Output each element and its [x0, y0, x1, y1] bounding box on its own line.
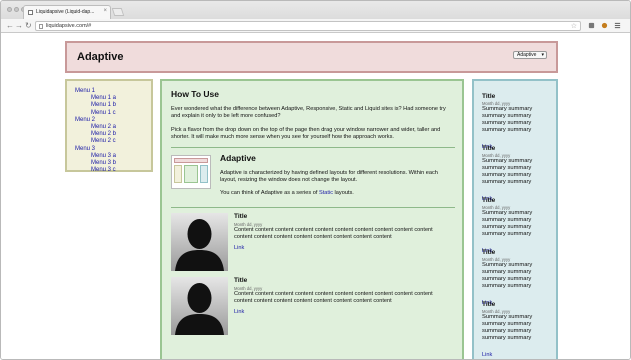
reload-icon[interactable]: ↻ [25, 20, 32, 32]
url-text[interactable]: liquidapsive.com/# [46, 23, 91, 29]
main-heading: How To Use [171, 89, 220, 99]
list-item: Title Month dd, yyyy Content content conte… [171, 277, 455, 335]
divider [171, 147, 455, 148]
sidebar-item-title: Title [482, 93, 496, 100]
extension-icon[interactable] [588, 22, 595, 29]
menu-item[interactable]: Menu 1 c [75, 110, 151, 117]
new-tab-button[interactable] [111, 8, 125, 16]
sidebar-item: Title Month dd, yyyy Summary summary summa… [482, 197, 552, 254]
item-title: Title [234, 277, 248, 284]
page-icon [28, 10, 33, 15]
menu-item[interactable]: Menu 2 [75, 117, 151, 124]
sidebar-item-summary: Summary summary summary summary summary … [482, 158, 533, 185]
menu-item[interactable]: Menu 2 c [75, 138, 151, 145]
tab-bar: Liquidapsive (Liquid-dap... × [1, 1, 630, 19]
menu-item[interactable]: Menu 1 [75, 88, 151, 95]
left-menu: Menu 1 Menu 1 a Menu 1 b Menu 1 c Menu 2 Menu… [65, 79, 153, 174]
browser-window: Liquidapsive (Liquid-dap... × ← → ↻ liqu… [0, 0, 631, 360]
divider [171, 207, 455, 208]
sidebar-item-title: Title [482, 197, 496, 204]
extension-icon[interactable] [601, 22, 608, 29]
list-item: Title Month dd, yyyy Content content conte… [171, 213, 455, 271]
menu-item[interactable]: Menu 1 b [75, 102, 151, 109]
menu-icon[interactable] [614, 22, 621, 29]
site-title: Adaptive [77, 51, 124, 63]
minimize-window-icon[interactable] [14, 7, 19, 12]
item-link[interactable]: Link [234, 245, 244, 251]
avatar [171, 213, 228, 271]
chevron-down-icon: ▾ [541, 52, 544, 58]
menu-item[interactable]: Menu 3 c [75, 167, 151, 174]
sidebar-item-link[interactable]: Link [482, 352, 552, 358]
bookmark-star-icon[interactable]: ☆ [571, 22, 577, 30]
browser-toolbar: ← → ↻ liquidapsive.com/# ☆ [1, 19, 630, 33]
close-window-icon[interactable] [7, 7, 12, 12]
sidebar-item-summary: Summary summary summary summary summary … [482, 106, 533, 133]
sidebar-item-summary: Summary summary summary summary summary … [482, 210, 533, 237]
sidebar-item-summary: Summary summary summary summary summary … [482, 314, 533, 341]
item-content: Content content content content content … [234, 227, 433, 240]
item-link[interactable]: Link [234, 309, 244, 315]
site-header: Adaptive Adaptive ▾ [65, 41, 558, 73]
sidebar-item: Title Month dd, yyyy Summary summary summa… [482, 249, 552, 306]
menu-item[interactable]: Menu 3 [75, 146, 151, 153]
feature-title: Adaptive [220, 153, 256, 163]
sidebar-item: Title Month dd, yyyy Summary summary summa… [482, 301, 552, 358]
forward-icon[interactable]: → [15, 20, 23, 32]
feature-note: You can think of Adaptive as a series of… [220, 190, 354, 196]
sidebar-item-title: Title [482, 249, 496, 256]
address-bar[interactable]: liquidapsive.com/# ☆ [35, 21, 581, 31]
layout-thumbnail [171, 155, 211, 189]
avatar [171, 277, 228, 335]
sidebar-item: Title Month dd, yyyy Summary summary summa… [482, 93, 552, 150]
right-sidebar: Title Month dd, yyyy Summary summary summa… [472, 79, 558, 359]
feature-note-suffix: layouts. [333, 190, 354, 196]
tab-close-icon[interactable]: × [103, 8, 107, 14]
feature-description: Adaptive is characterized by having defi… [220, 170, 438, 183]
item-content: Content content content content content … [234, 291, 433, 304]
intro-paragraph: Ever wondered what the difference betwee… [171, 106, 446, 119]
main-content: How To Use Ever wondered what the differ… [160, 79, 464, 359]
page-icon [39, 24, 43, 29]
instructions-paragraph: Pick a flavor from the drop down on the … [171, 127, 441, 140]
page-viewport: Adaptive Adaptive ▾ Menu 1 Menu 1 a Menu 1… [1, 34, 630, 359]
item-title: Title [234, 213, 248, 220]
layout-select[interactable]: Adaptive ▾ [513, 51, 547, 59]
browser-tab[interactable]: Liquidapsive (Liquid-dap... × [23, 5, 111, 19]
menu-item[interactable]: Menu 3 a [75, 153, 151, 160]
menu-item[interactable]: Menu 1 a [75, 95, 151, 102]
back-icon[interactable]: ← [6, 20, 14, 32]
sidebar-item-title: Title [482, 301, 496, 308]
feature-note-prefix: You can think of Adaptive as a series of [220, 190, 319, 196]
static-link[interactable]: Static [319, 190, 333, 196]
layout-select-value: Adaptive [517, 52, 537, 58]
menu-item[interactable]: Menu 2 a [75, 124, 151, 131]
sidebar-item: Title Month dd, yyyy Summary summary summa… [482, 145, 552, 202]
tab-title: Liquidapsive (Liquid-dap... [36, 9, 95, 15]
sidebar-item-title: Title [482, 145, 496, 152]
menu-item[interactable]: Menu 3 b [75, 160, 151, 167]
menu-item[interactable]: Menu 2 b [75, 131, 151, 138]
sidebar-item-summary: Summary summary summary summary summary … [482, 262, 533, 289]
